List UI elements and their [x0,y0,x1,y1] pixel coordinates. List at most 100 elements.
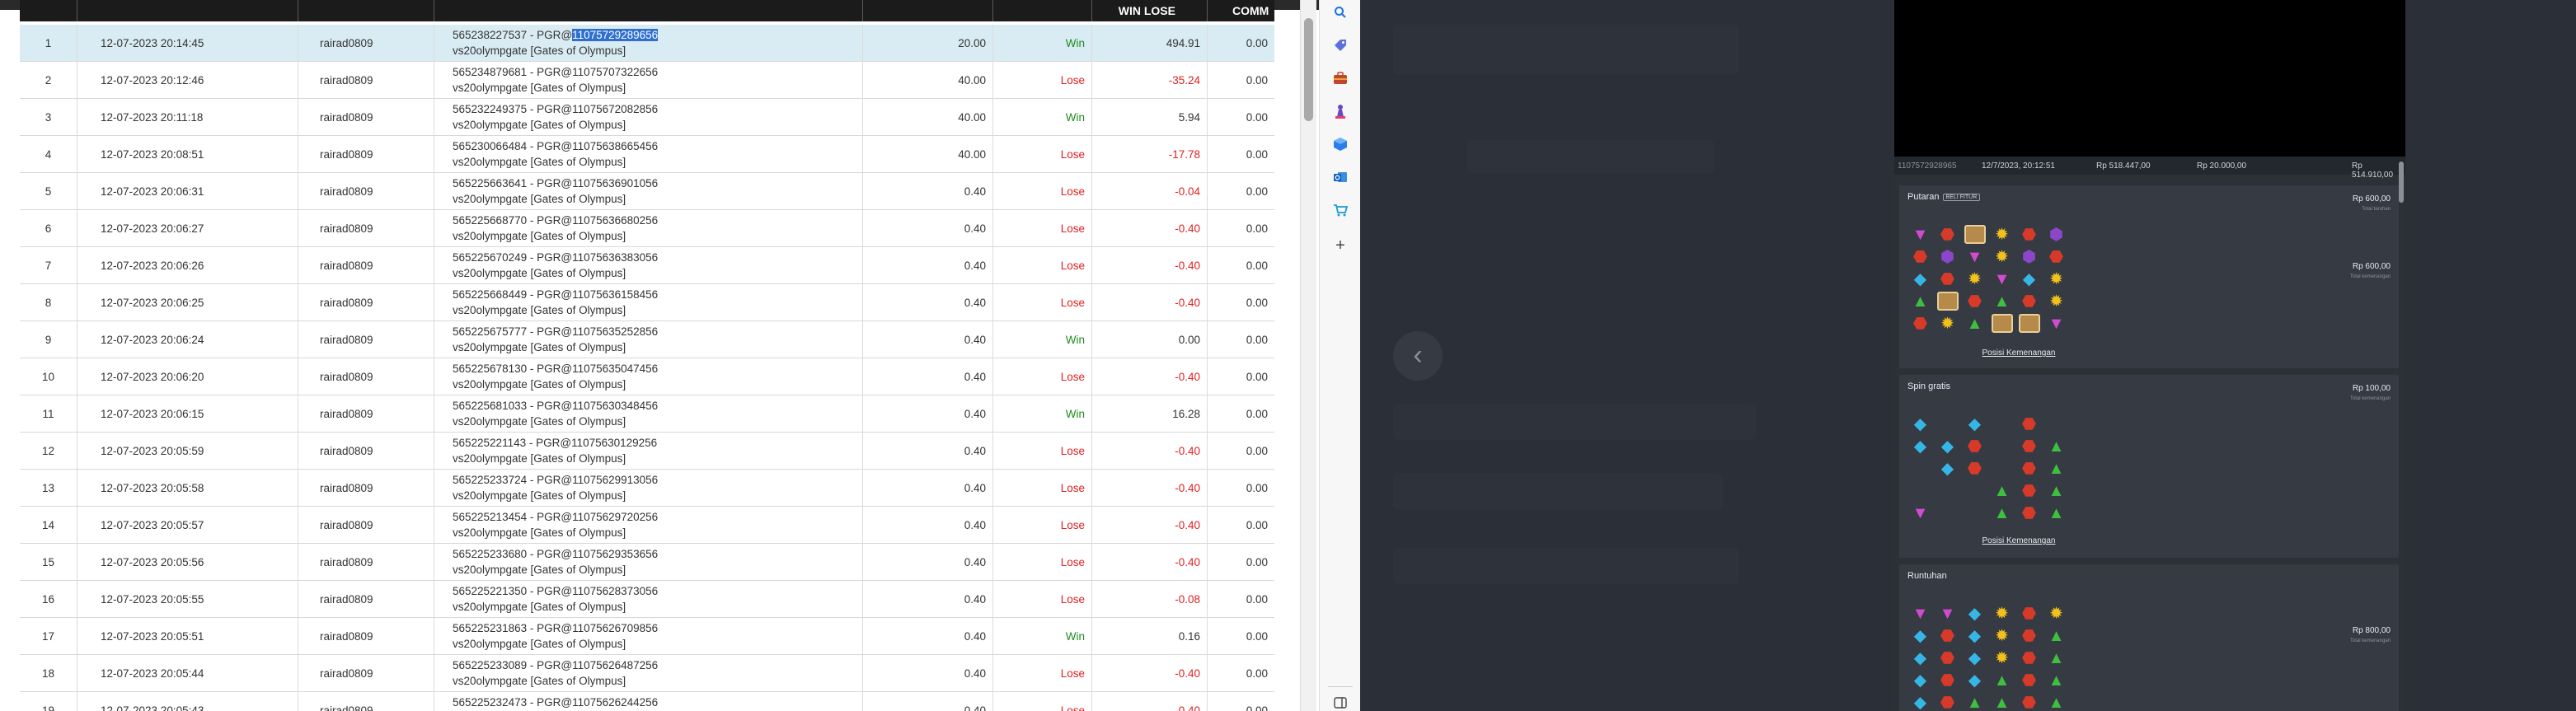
header-comm[interactable]: COMM [1208,0,1274,21]
cell-no: 19 [20,692,77,711]
table-row[interactable]: 15 12-07-2023 20:05:56 rairad0809 565225233… [20,544,1274,581]
cell-description: 565238227537 - PGR@11075729289656 vs20oly… [434,25,863,62]
desc-reference[interactable]: 11075672082856 [572,103,658,115]
cell-user: rairad0809 [298,321,434,358]
cell-bet: 0.40 [863,395,993,433]
cell-date: 12-07-2023 20:14:45 [77,25,298,62]
desc-reference[interactable]: 11075626244256 [572,696,658,709]
header-win-lose[interactable]: WIN LOSE [1092,0,1208,21]
desc-reference[interactable]: 11075635047456 [572,363,658,375]
scrollbar-thumb[interactable] [1304,18,1313,121]
winning-positions-link[interactable]: Posisi Kemenangan [1899,348,2138,358]
desc-reference[interactable]: 11075628373056 [572,585,658,597]
winning-positions-link[interactable]: Posisi Kemenangan [1899,536,2138,545]
symbol-diam-icon: ◆ [1913,437,1927,456]
desc-reference[interactable]: 11075629720256 [572,511,658,523]
desc-reference[interactable]: 11075636158456 [572,288,658,301]
briefcase-icon[interactable] [1331,69,1349,87]
cell-date: 12-07-2023 20:06:31 [77,173,298,210]
symbol-sun-icon: ✹ [1940,314,1954,333]
desc-reference[interactable]: 11075630348456 [572,400,658,412]
desc-reference[interactable]: 11075629353656 [572,548,658,560]
blurred-card [1467,140,1715,173]
sidebar-icon[interactable] [1331,694,1349,711]
table-row[interactable]: 12 12-07-2023 20:05:59 rairad0809 565225221… [20,433,1274,470]
history-scrollbar[interactable] [2399,161,2404,711]
cube-icon[interactable] [1331,135,1349,153]
cell-bet: 0.40 [863,507,993,544]
table-row[interactable]: 13 12-07-2023 20:05:58 rairad0809 565225233… [20,470,1274,507]
desc-prefix: 565238227537 - PGR@ [453,29,573,41]
desc-game: vs20olympgate [Gates of Olympus] [453,638,626,650]
table-scrollbar[interactable] [1300,0,1316,711]
chess-icon[interactable] [1331,102,1349,120]
table-row[interactable]: 18 12-07-2023 20:05:44 rairad0809 565225233… [20,655,1274,692]
table-row[interactable]: 4 12-07-2023 20:08:51 rairad0809 5652300664… [20,136,1274,173]
table-row[interactable]: 2 12-07-2023 20:12:46 rairad0809 5652348796… [20,62,1274,99]
symbol-diam-icon: ◆ [1913,648,1927,667]
desc-reference[interactable]: 11075638665456 [572,140,658,152]
cell-bet: 40.00 [863,62,993,99]
table-row[interactable]: 1 12-07-2023 20:14:45 rairad0809 5652382275… [20,25,1274,62]
plus-icon[interactable]: + [1331,236,1349,255]
desc-reference[interactable]: 11075626709856 [572,622,658,634]
desc-prefix: 565225233089 - PGR@ [453,659,573,671]
desc-reference[interactable]: 11075707322656 [572,66,658,78]
table-row[interactable]: 16 12-07-2023 20:05:55 rairad0809 565225221… [20,581,1274,618]
table-row[interactable]: 7 12-07-2023 20:06:26 rairad0809 5652256702… [20,247,1274,284]
cell-no: 9 [20,321,77,358]
symbol-ring-icon: ⬣ [2021,437,2037,456]
cell-no: 1 [20,25,77,62]
cell-win-lose: -35.24 [1092,62,1208,99]
header-date[interactable] [77,0,298,21]
table-row[interactable]: 6 12-07-2023 20:06:27 rairad0809 5652256687… [20,210,1274,247]
cell-bet: 0.40 [863,581,993,618]
desc-reference[interactable]: 11075626487256 [572,659,658,671]
blurred-card [1393,548,1739,584]
section-title: Putaran BELI FITUR [1907,192,1981,202]
desc-reference[interactable]: 11075729289656 [572,29,659,41]
cell-description: 565225233089 - PGR@11075626487256 vs20oly… [434,655,863,692]
table-row[interactable]: 11 12-07-2023 20:06:15 rairad0809 565225681… [20,395,1274,433]
section-amount: Rp 600,00 [2352,194,2391,203]
cell-description: 565232249375 - PGR@11075672082856 vs20oly… [434,99,863,136]
cart-icon[interactable] [1331,201,1349,219]
cell-comm: 0.00 [1246,408,1268,420]
table-row[interactable]: 5 12-07-2023 20:06:31 rairad0809 5652256636… [20,173,1274,210]
header-user[interactable] [298,0,434,21]
outlook-icon[interactable] [1331,168,1349,186]
table-row[interactable]: 19 12-07-2023 20:05:43 rairad0809 565225232… [20,692,1274,711]
cell-date: 12-07-2023 20:05:51 [77,618,298,655]
cell-no: 4 [20,136,77,173]
symbol-ring-icon: ⬣ [1940,693,1955,711]
header-bet[interactable] [863,0,993,21]
cell-win-lose: -0.04 [1092,173,1208,210]
desc-reference[interactable]: 11075636680256 [572,214,658,227]
cell-date: 12-07-2023 20:05:59 [77,433,298,470]
cell-no: 18 [20,655,77,692]
cell-user: rairad0809 [298,433,434,470]
back-arrow-icon[interactable]: ‹ [1393,331,1443,381]
header-description[interactable] [434,0,863,21]
cell-no: 2 [20,62,77,99]
tag-icon[interactable] [1331,36,1349,54]
header-result[interactable] [993,0,1092,21]
desc-reference[interactable]: 11075635252856 [572,325,658,338]
table-row[interactable]: 14 12-07-2023 20:05:57 rairad0809 565225213… [20,507,1274,544]
cell-bet: 0.40 [863,247,993,284]
table-row[interactable]: 17 12-07-2023 20:05:51 rairad0809 565225231… [20,618,1274,655]
blurred-card [1393,474,1723,510]
table-row[interactable]: 8 12-07-2023 20:06:25 rairad0809 5652256684… [20,284,1274,321]
desc-reference[interactable]: 11075629913056 [572,474,658,486]
table-row[interactable]: 10 12-07-2023 20:06:20 rairad0809 565225678… [20,358,1274,395]
table-row[interactable]: 9 12-07-2023 20:06:24 rairad0809 5652256757… [20,321,1274,358]
desc-reference[interactable]: 11075636383056 [572,251,658,264]
table-row[interactable]: 3 12-07-2023 20:11:18 rairad0809 5652322493… [20,99,1274,136]
scrollbar-thumb[interactable] [2399,161,2404,203]
desc-prefix: 565225233724 - PGR@ [453,474,573,486]
desc-reference[interactable]: 11075636901056 [572,177,658,189]
desc-reference[interactable]: 11075630129256 [571,437,657,449]
section-right-caption: Total kemenangan [2349,638,2391,643]
search-icon[interactable] [1331,3,1349,21]
header-no[interactable] [20,0,77,21]
